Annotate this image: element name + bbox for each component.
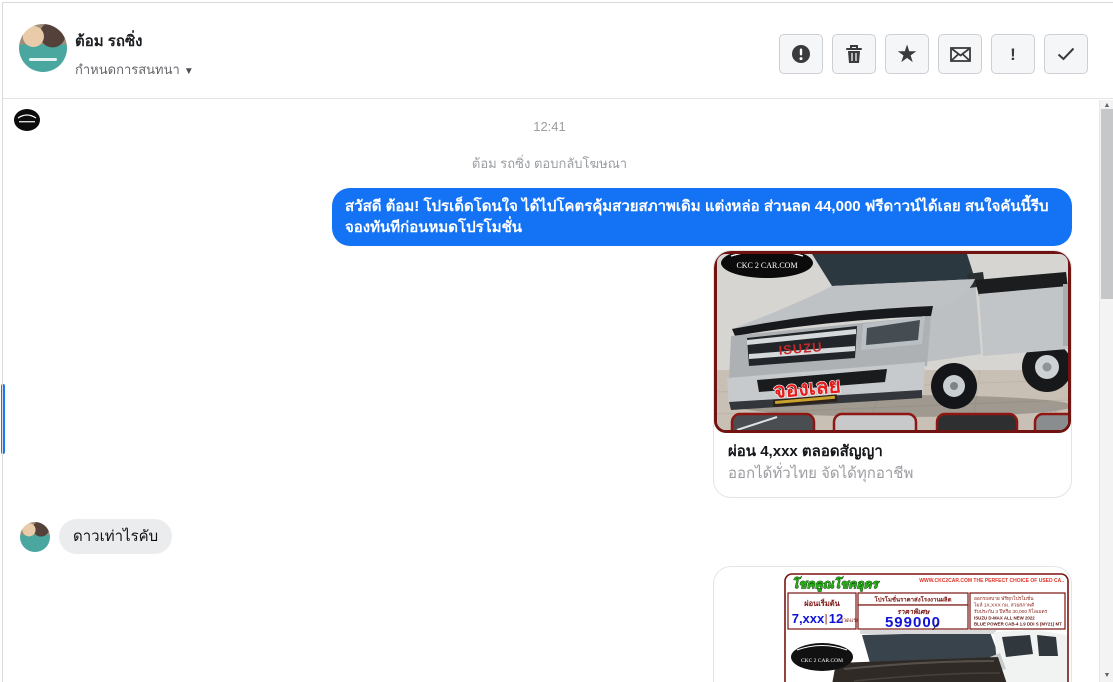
incoming-message-row: ดาวเท่าไรคับ	[20, 519, 173, 554]
contact-avatar-small[interactable]	[20, 521, 50, 552]
envelope-icon	[949, 46, 971, 62]
attachment-subtitle: ออกได้ทั่วไทย จัดได้ทุกอาชีพ	[728, 465, 914, 482]
ad-detail-line: ไมล์ 1X,XXX กม. สวยสภาพดี	[973, 602, 1034, 609]
caret-down-icon: ▼	[183, 66, 194, 77]
ad-dealer-logo-text: CKC 2 CAR.COM	[801, 658, 843, 664]
attachment-card[interactable]: ISUZU จองเลย CKC 2 CAR.COM J093 ผ่อน 4,x…	[713, 250, 1072, 498]
schedule-dropdown-label: กำหนดการสนทนา	[75, 62, 180, 77]
contact-name: ต้อม รถซิ่ง	[75, 33, 143, 50]
messenger-inbox-window: ต้อม รถซิ่ง กำหนดการสนทนา ▼ ★ ! 12:41 ต้…	[0, 0, 1113, 682]
attachment-caption: ผ่อน 4,xxx ตลอดสัญญา ออกได้ทั่วไทย จัดได…	[714, 433, 1071, 497]
delete-button[interactable]	[832, 34, 876, 74]
left-scroll-thumb[interactable]	[1, 384, 5, 454]
trash-icon	[845, 44, 863, 64]
ad-slogan: โชคคูณโชคอุดร	[792, 576, 880, 592]
truck-photo-art: ISUZU จองเลย CKC 2 CAR.COM J093	[717, 254, 1068, 430]
mark-done-button[interactable]	[1044, 34, 1088, 74]
message-list[interactable]: 12:41 ต้อม รถซิ่ง ตอบกลับโฆษณา สวัสดี ต้…	[0, 100, 1099, 682]
scrollbar-thumb[interactable]	[1101, 109, 1113, 299]
installment-terms-suffix: งวดแรก	[840, 618, 859, 624]
dealer-logo-text: CKC 2 CAR.COM	[736, 261, 797, 270]
attachment-title: ผ่อน 4,xxx ตลอดสัญญา	[728, 443, 883, 460]
installment-value: 7,xxx	[792, 611, 825, 626]
check-icon	[1057, 47, 1075, 61]
scroll-down-arrow-icon[interactable]: ▼	[1100, 670, 1113, 682]
installment-label: ผ่อนเริ่มต้น	[804, 597, 840, 608]
star-button[interactable]: ★	[885, 34, 929, 74]
contact-avatar[interactable]	[19, 24, 67, 72]
ad-reply-note: ต้อม รถซิ่ง ตอบกลับโฆษณา	[471, 156, 628, 171]
truck-photo[interactable]: ISUZU จองเลย CKC 2 CAR.COM J093	[714, 251, 1071, 433]
mark-unread-button[interactable]	[938, 34, 982, 74]
vertical-scrollbar[interactable]: ▲ ▼	[1099, 100, 1113, 682]
ad-detail-line: ISUZU D-MAX ALL NEW 2022	[974, 616, 1035, 621]
outgoing-message-bubble[interactable]: สวัสดี ต้อม! โปรเด็ดโดนใจ ได้ไปโคตรคุ้มส…	[332, 188, 1072, 246]
header-action-bar: ★ !	[779, 34, 1088, 74]
report-button[interactable]	[779, 34, 823, 74]
ad-detail-line: รับประกัน 3 ปีหรือ 30,000 กิโลเมตร	[974, 608, 1048, 615]
report-circle-icon	[791, 44, 811, 64]
timestamp: 12:41	[533, 119, 566, 134]
ad-image-attachment[interactable]: โชคคูณโชคอุดร WWW.CKC2CAR.COM THE PERFEC…	[713, 566, 1072, 682]
star-icon: ★	[897, 42, 917, 66]
exclamation-icon: !	[1010, 44, 1016, 64]
photo-watermark: J093	[1042, 407, 1057, 414]
ad-url-line: WWW.CKC2CAR.COM THE PERFECT CHOICE OF US…	[919, 578, 1064, 584]
ad-detail-line: ออกรถสบาย ฟรีทุกโปรโมชั่น	[974, 595, 1034, 602]
price-value: 599000	[885, 614, 941, 631]
ad-detail-line: BLUE POWER CAB-4 1.9 DDI S (MY21) MT	[974, 622, 1062, 627]
ad-flyer-art: โชคคูณโชคอุดร WWW.CKC2CAR.COM THE PERFEC…	[784, 573, 1069, 682]
conversation-header: ต้อม รถซิ่ง กำหนดการสนทนา ▼ ★ !	[3, 3, 1113, 99]
incoming-message-bubble[interactable]: ดาวเท่าไรคับ	[59, 519, 173, 554]
schedule-dropdown[interactable]: กำหนดการสนทนา ▼	[75, 59, 194, 80]
important-button[interactable]: !	[991, 34, 1035, 74]
installment-separator: |	[825, 613, 828, 625]
